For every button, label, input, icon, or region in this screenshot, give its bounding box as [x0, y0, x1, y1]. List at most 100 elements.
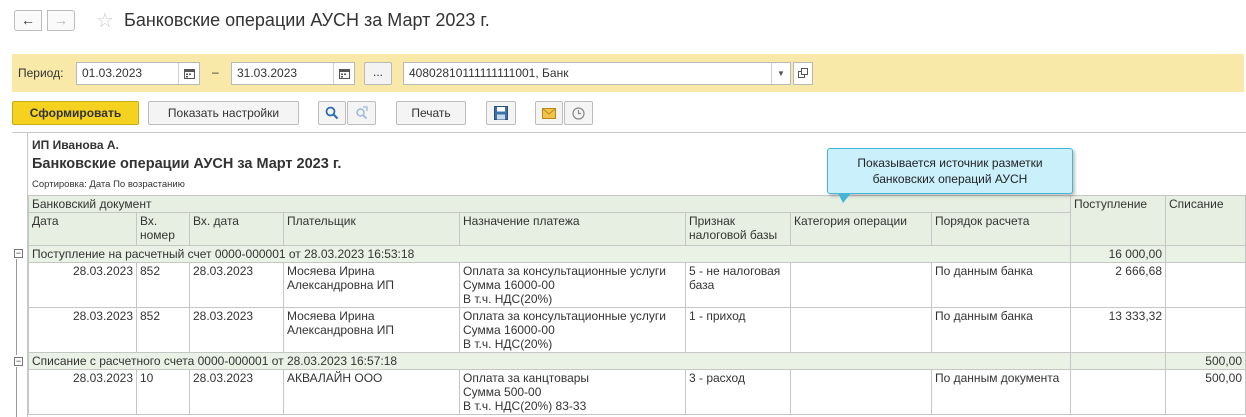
- group-income: [1070, 352, 1166, 370]
- favorite-star-icon[interactable]: ☆: [96, 8, 114, 33]
- in-number-header: Вх. номер: [136, 212, 190, 246]
- cell-category: [790, 307, 932, 353]
- cell-category: [790, 369, 932, 415]
- in-date-header: Вх. дата: [189, 212, 284, 246]
- purpose-header: Назначение платежа: [459, 212, 686, 246]
- group-bracket-line: [16, 367, 17, 417]
- tax-base-header-1: Признак: [689, 214, 736, 228]
- report-table: Банковский документ Поступление Списание…: [28, 195, 1246, 415]
- search-next-icon: [355, 106, 368, 120]
- tax-base-line: 3 - расход: [689, 371, 745, 385]
- income-header: Поступление: [1070, 195, 1166, 246]
- period-from-field[interactable]: 01.03.2023: [76, 62, 200, 85]
- period-panel: Период: 01.03.2023 – 31.03.2023 ... 4080…: [12, 54, 1244, 92]
- cell-date: 28.03.2023: [28, 307, 137, 353]
- tax-base-header-2: налоговой базы: [689, 228, 778, 242]
- send-email-button[interactable]: [535, 101, 563, 125]
- tooltip-line: Показывается источник разметки: [857, 156, 1043, 170]
- payer-line: Мосяева Ирина: [287, 264, 375, 278]
- period-to-value: 31.03.2023: [237, 66, 298, 80]
- cell-in-date: 28.03.2023: [189, 369, 284, 415]
- tax-base-header: Признак налоговой базы: [685, 212, 791, 246]
- cell-expense: 500,00: [1165, 369, 1246, 415]
- period-label: Период:: [18, 66, 64, 80]
- forward-button[interactable]: →: [47, 10, 75, 31]
- arrow-left-icon: ←: [21, 12, 35, 28]
- account-value: 40802810111111111001, Банк: [409, 66, 569, 80]
- save-icon: [494, 106, 508, 120]
- cell-calc-order: По данным документа: [931, 369, 1071, 415]
- bank-document-header: Банковский документ: [28, 195, 1071, 213]
- arrow-right-icon: →: [54, 12, 68, 28]
- calc-order-header: Порядок расчета: [931, 212, 1071, 246]
- select-period-button[interactable]: ...: [364, 62, 392, 85]
- search-button[interactable]: [318, 101, 346, 125]
- period-dash: –: [212, 65, 219, 79]
- purpose-line: Сумма 16000-00: [463, 278, 555, 292]
- chevron-down-icon[interactable]: ▼: [771, 63, 790, 84]
- save-button[interactable]: [486, 101, 516, 125]
- schedule-button[interactable]: [564, 101, 593, 125]
- group-title: Списание с расчетного счета 0000-000001 …: [28, 352, 1071, 370]
- table-row[interactable]: 28.03.2023 852 28.03.2023 Мосяева Ирина А…: [28, 262, 1246, 308]
- cell-income: 2 666,68: [1070, 262, 1166, 308]
- cell-tax-base: 1 - приход: [685, 307, 791, 353]
- search-next-button[interactable]: [347, 101, 376, 125]
- show-settings-button[interactable]: Показать настройки: [148, 101, 299, 125]
- account-select[interactable]: 40802810111111111001, Банк ▼: [403, 62, 791, 85]
- payer-line: АКВАЛАЙН ООО: [287, 371, 383, 385]
- cell-calc-order: По данным банка: [931, 307, 1071, 353]
- collapse-group-icon[interactable]: −: [14, 357, 23, 366]
- cell-payer: Мосяева Ирина Александровна ИП: [283, 262, 460, 308]
- in-number-header-2: номер: [140, 228, 175, 242]
- search-icon: [325, 106, 339, 120]
- cell-purpose: Оплата за канцтовары Сумма 500-00 В т.ч. Н…: [459, 369, 686, 415]
- group-row[interactable]: Поступление на расчетный счет 0000-00000…: [28, 245, 1246, 263]
- cell-calc-order: По данным банка: [931, 262, 1071, 308]
- group-expense: 500,00: [1165, 352, 1246, 370]
- purpose-line: Оплата за канцтовары: [463, 371, 590, 385]
- group-income: 16 000,00: [1070, 245, 1166, 263]
- purpose-line: Оплата за консультационные услуги: [463, 309, 666, 323]
- in-number-header-1: Вх.: [140, 214, 158, 228]
- cell-in-number: 852: [136, 307, 190, 353]
- category-header: Категория операции: [790, 212, 932, 246]
- calendar-icon[interactable]: [333, 63, 354, 84]
- cell-tax-base: 5 - не налоговая база: [685, 262, 791, 308]
- period-to-field[interactable]: 31.03.2023: [231, 62, 355, 85]
- print-button[interactable]: Печать: [396, 101, 466, 125]
- open-account-icon[interactable]: [793, 62, 813, 85]
- cell-in-date: 28.03.2023: [189, 262, 284, 308]
- report-title: Банковские операции АУСН за Март 2023 г.: [32, 156, 342, 172]
- cell-purpose: Оплата за консультационные услуги Сумма 1…: [459, 262, 686, 308]
- page-title: Банковские операции АУСН за Март 2023 г.: [124, 10, 490, 30]
- report-gutter: [12, 133, 28, 417]
- payer-header: Плательщик: [283, 212, 460, 246]
- date-header: Дата: [28, 212, 137, 246]
- calendar-icon[interactable]: [178, 63, 199, 84]
- purpose-line: Оплата за консультационные услуги: [463, 264, 666, 278]
- generate-button[interactable]: Сформировать: [12, 101, 139, 125]
- cell-income: 13 333,32: [1070, 307, 1166, 353]
- purpose-line: Сумма 500-00: [463, 385, 542, 399]
- cell-expense: [1165, 262, 1246, 308]
- sort-description: Сортировка: Дата По возрастанию: [32, 179, 185, 190]
- cell-date: 28.03.2023: [28, 369, 137, 415]
- back-button[interactable]: ←: [14, 10, 42, 31]
- tooltip-line: банковских операций АУСН: [872, 172, 1028, 186]
- cell-payer: АКВАЛАЙН ООО: [283, 369, 460, 415]
- clock-icon: [572, 107, 585, 120]
- cell-in-number: 852: [136, 262, 190, 308]
- group-row[interactable]: Списание с расчетного счета 0000-000001 …: [28, 352, 1246, 370]
- purpose-line: В т.ч. НДС(20%) 83-33: [463, 399, 587, 413]
- purpose-line: В т.ч. НДС(20%): [463, 337, 553, 351]
- purpose-line: В т.ч. НДС(20%): [463, 292, 553, 306]
- collapse-group-icon[interactable]: −: [14, 249, 23, 258]
- table-row[interactable]: 28.03.2023 852 28.03.2023 Мосяева Ирина А…: [28, 307, 1246, 353]
- table-row[interactable]: 28.03.2023 10 28.03.2023 АКВАЛАЙН ООО Оп…: [28, 369, 1246, 415]
- cell-tax-base: 3 - расход: [685, 369, 791, 415]
- cell-income: [1070, 369, 1166, 415]
- cell-payer: Мосяева Ирина Александровна ИП: [283, 307, 460, 353]
- envelope-icon: [542, 108, 556, 119]
- tax-base-line: 5 - не налоговая: [689, 264, 781, 278]
